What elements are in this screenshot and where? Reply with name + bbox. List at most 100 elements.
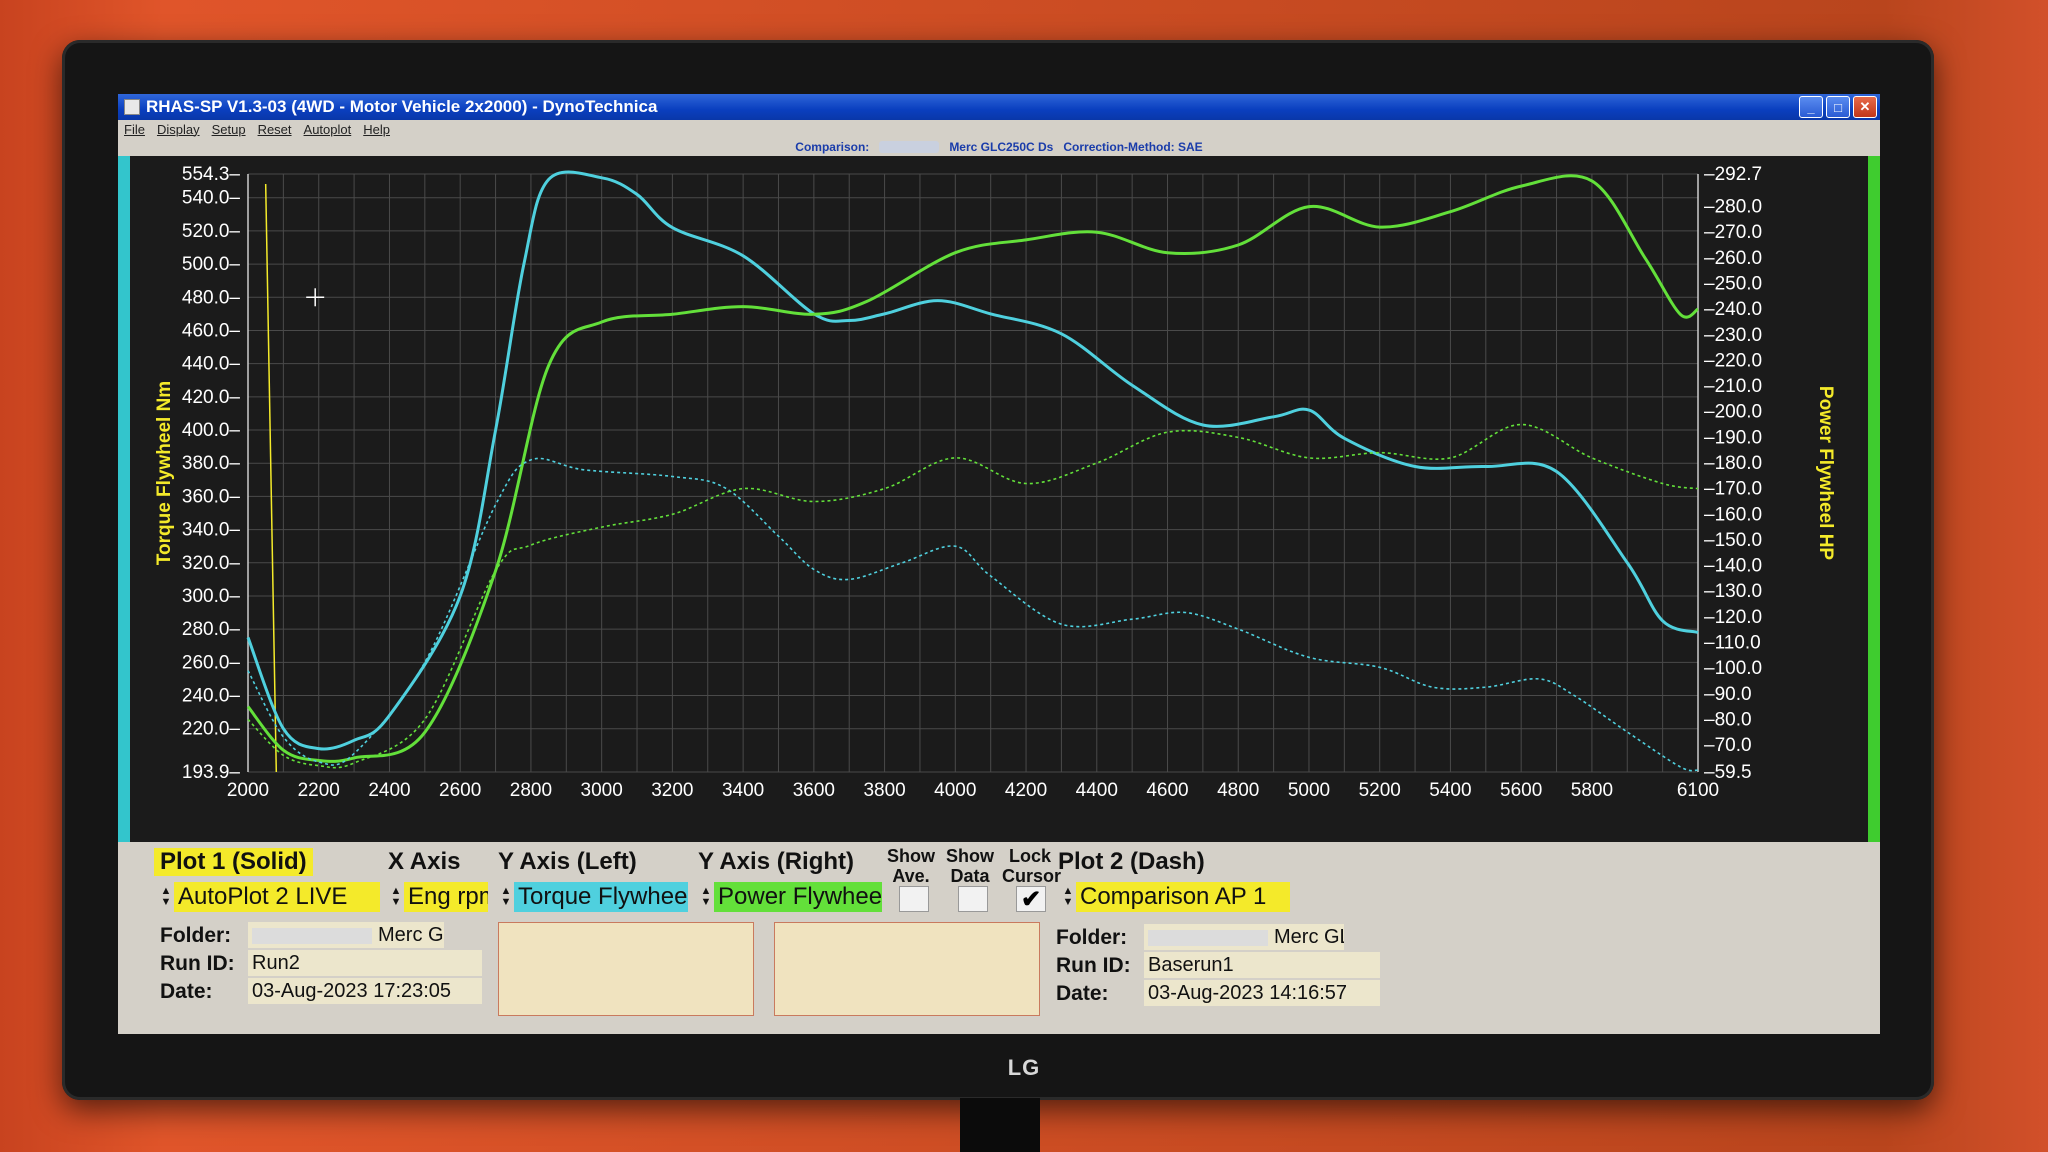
plot2-date-label: Date: (1056, 982, 1109, 1005)
x-tick-label: 3800 (863, 780, 905, 801)
x-axis-spinner[interactable]: ▲ ▼ (388, 882, 404, 912)
x-tick-label: 5800 (1571, 780, 1613, 801)
plot2-spinner[interactable]: ▲ ▼ (1060, 882, 1076, 912)
left-tick-label: 500.0– (182, 254, 241, 275)
y-right-spinner[interactable]: ▲ ▼ (698, 882, 714, 912)
y-axis-left-header: Y Axis (Left) (498, 848, 637, 875)
window-title: RHAS-SP V1.3-03 (4WD - Motor Vehicle 2x2… (146, 97, 658, 116)
plot2-folder-field: Merc GLC (1144, 924, 1344, 950)
correction-method: Correction-Method: SAE (1063, 140, 1203, 154)
menu-setup[interactable]: Setup (212, 122, 246, 137)
y-left-spinner[interactable]: ▲ ▼ (498, 882, 514, 912)
x-tick-label: 3600 (793, 780, 835, 801)
dyno-chart[interactable]: 193.9– 220.0– 240.0– 260.0– 280.0– 300.0– 320.… (118, 156, 1880, 842)
lock-cursor-checkbox[interactable]: ✔ (1016, 885, 1046, 913)
show-ave-checkbox[interactable] (899, 886, 929, 912)
plot1-header: Plot 1 (Solid) (154, 848, 313, 876)
left-tick-label: 420.0– (182, 387, 241, 408)
plot1-date-label: Date: (160, 980, 213, 1003)
x-tick-label: 2800 (510, 780, 552, 801)
right-tick-label: –150.0 (1704, 530, 1762, 551)
x-tick-label: 2000 (227, 780, 269, 801)
menu-display[interactable]: Display (157, 122, 200, 137)
left-tick-label: 220.0– (182, 719, 241, 740)
y-right-axis-title: Power Flywheel HP (1815, 386, 1836, 561)
plot1-spinner[interactable]: ▲ ▼ (158, 882, 174, 912)
comparison-label: Comparison: (795, 140, 870, 154)
menu-reset[interactable]: Reset (258, 122, 292, 137)
x-tick-label: 5200 (1359, 780, 1401, 801)
x-tick-label: 4400 (1076, 780, 1118, 801)
plot1-date-field: 03-Aug-2023 17:23:05 (248, 978, 482, 1004)
left-tick-label: 240.0– (182, 686, 241, 707)
right-tick-label: –230.0 (1704, 325, 1762, 346)
menu-autoplot[interactable]: Autoplot (304, 122, 352, 137)
monitor-brand-logo: LG (1007, 1055, 1041, 1080)
right-tick-label: –260.0 (1704, 248, 1762, 269)
plot2-select[interactable]: Comparison AP 1 (1076, 882, 1290, 912)
plot2-folder-label: Folder: (1056, 926, 1128, 949)
maximize-button[interactable]: □ (1826, 96, 1850, 118)
plot1-run-id-field: Run2 (248, 950, 482, 976)
monitor-stand (960, 1098, 1040, 1152)
plot1-select[interactable]: AutoPlot 2 LIVE (174, 882, 380, 912)
x-tick-label: 5600 (1500, 780, 1542, 801)
left-axis-stripe (118, 156, 130, 842)
redacted-folder (879, 141, 940, 153)
plot2-notes-box (774, 922, 1040, 1016)
right-tick-label: –240.0 (1704, 299, 1762, 320)
plot2-header: Plot 2 (Dash) (1058, 848, 1205, 875)
x-axis-select[interactable]: Eng rpm (404, 882, 488, 912)
x-tick-label: 3400 (722, 780, 764, 801)
left-tick-label: 554.3– (182, 164, 241, 185)
chart-background (118, 156, 1880, 842)
right-tick-label: –130.0 (1704, 581, 1762, 602)
x-tick-label: 2200 (298, 780, 340, 801)
lock-cursor-header: Lock Cursor (1002, 846, 1062, 886)
left-tick-label: 520.0– (182, 221, 241, 242)
plot1-folder-field: Merc GLC (248, 922, 444, 948)
right-tick-label: –292.7 (1704, 164, 1762, 185)
y-right-select[interactable]: Power Flywheel (714, 882, 882, 912)
right-tick-label: –80.0 (1704, 709, 1752, 730)
right-tick-label: –170.0 (1704, 479, 1762, 500)
redacted-folder-chip (1148, 929, 1268, 946)
x-tick-label: 2600 (439, 780, 481, 801)
x-axis-header: X Axis (388, 848, 461, 875)
menu-help[interactable]: Help (363, 122, 390, 137)
title-bar[interactable]: RHAS-SP V1.3-03 (4WD - Motor Vehicle 2x2… (118, 94, 1880, 120)
right-tick-label: –210.0 (1704, 376, 1762, 397)
minimize-button[interactable]: _ (1799, 96, 1823, 118)
plot1-folder-label: Folder: (160, 924, 232, 947)
right-tick-label: –180.0 (1704, 453, 1762, 474)
left-tick-label: 460.0– (182, 320, 241, 341)
chart-svg[interactable]: 193.9–220.0–240.0–260.0–280.0–300.0–320.… (118, 156, 1880, 842)
y-left-axis-title: Torque Flywheel Nm (154, 381, 175, 565)
left-tick-label: 480.0– (182, 287, 241, 308)
checkmark-icon: ✔ (1020, 885, 1042, 913)
right-tick-label: –90.0 (1704, 684, 1752, 705)
x-tick-label: 4800 (1217, 780, 1259, 801)
close-button[interactable]: ✕ (1853, 96, 1877, 118)
right-tick-label: –70.0 (1704, 735, 1752, 756)
show-ave-header: Show Ave. (887, 846, 935, 886)
left-tick-label: 400.0– (182, 420, 241, 441)
right-tick-label: –160.0 (1704, 504, 1762, 525)
right-tick-label: –120.0 (1704, 607, 1762, 628)
plot1-run-id-label: Run ID: (160, 952, 235, 975)
left-tick-label: 440.0– (182, 354, 241, 375)
x-tick-label: 4200 (1005, 780, 1047, 801)
comparison-bar: Comparison: Merc GLC250C Ds Correction-M… (118, 138, 1880, 156)
x-tick-label: 2400 (368, 780, 410, 801)
y-left-select[interactable]: Torque Flywheel (514, 882, 688, 912)
right-axis-stripe (1868, 156, 1880, 842)
plot2-run-id-field: Baserun1 (1144, 952, 1380, 978)
menu-file[interactable]: File (124, 122, 145, 137)
left-tick-label: 340.0– (182, 520, 241, 541)
x-tick-label: 6100 (1677, 780, 1719, 801)
right-tick-label: –250.0 (1704, 273, 1762, 294)
show-data-checkbox[interactable] (958, 886, 988, 912)
left-tick-label: 320.0– (182, 553, 241, 574)
plot1-folder-value: Merc GLC (378, 924, 444, 946)
right-tick-label: –200.0 (1704, 402, 1762, 423)
